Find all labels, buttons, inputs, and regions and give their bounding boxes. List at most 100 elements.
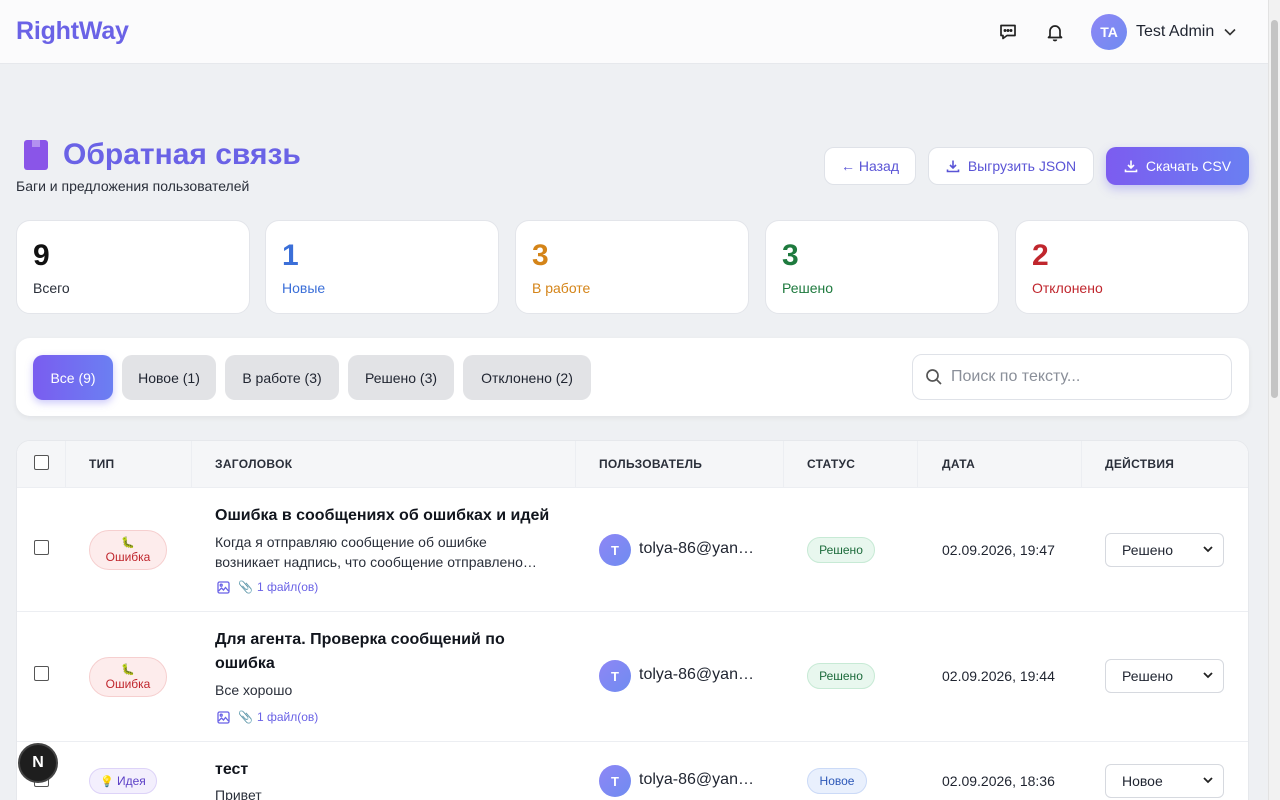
status-select-value: Решено xyxy=(1122,542,1174,558)
chevron-down-icon xyxy=(1203,777,1213,784)
scrollbar-thumb[interactable] xyxy=(1271,20,1278,398)
status-select[interactable]: Решено xyxy=(1105,659,1224,693)
type-badge-bug: 🐛 Ошибка xyxy=(89,530,167,570)
stat-card-resolved: 3 Решено xyxy=(765,220,999,314)
user-email[interactable]: tolya-86@yandex.ru xyxy=(639,771,757,789)
row-description: Привет xyxy=(215,787,262,800)
avatar: TA xyxy=(1091,14,1127,50)
row-attachments[interactable]: 📎 1 файл(ов) xyxy=(217,580,318,594)
stat-card-total: 9 Всего xyxy=(16,220,250,314)
search-input[interactable] xyxy=(951,368,1221,386)
stat-value: 3 xyxy=(782,239,799,272)
image-icon xyxy=(217,580,230,594)
row-checkbox[interactable] xyxy=(34,666,49,681)
table-row[interactable]: 🐛 Ошибка Ошибка в сообщениях об ошибках … xyxy=(17,487,1248,611)
back-button[interactable]: ← Назад xyxy=(824,147,916,185)
column-divider xyxy=(917,441,918,487)
status-select[interactable]: Новое xyxy=(1105,764,1224,798)
filter-new[interactable]: Новое (1) xyxy=(122,355,216,400)
stat-value: 3 xyxy=(532,239,549,272)
download-csv-button[interactable]: Скачать CSV xyxy=(1106,147,1249,185)
download-icon xyxy=(1124,160,1138,173)
type-label: Идея xyxy=(116,774,146,788)
column-divider xyxy=(1081,441,1082,487)
avatar: T xyxy=(599,534,631,566)
stat-label: Отклонено xyxy=(1032,280,1103,296)
status-select-value: Решено xyxy=(1122,668,1174,684)
user-email[interactable]: tolya-86@yandex.ru xyxy=(639,666,757,684)
status-badge: Новое xyxy=(807,768,867,794)
row-date: 02.09.2026, 18:36 xyxy=(942,773,1055,789)
avatar: T xyxy=(599,660,631,692)
type-badge-bug: 🐛 Ошибка xyxy=(89,657,167,697)
column-divider xyxy=(783,441,784,487)
filter-resolved[interactable]: Решено (3) xyxy=(348,355,454,400)
column-header-date[interactable]: ДАТА xyxy=(942,457,975,471)
chat-icon[interactable] xyxy=(996,20,1020,44)
download-icon xyxy=(946,160,960,173)
bug-icon: 🐛 xyxy=(121,537,135,549)
page-subtitle: Баги и предложения пользователей xyxy=(16,178,250,194)
row-title[interactable]: Для агента. Проверка сообщений по ошибка xyxy=(215,628,535,676)
stat-value: 2 xyxy=(1032,239,1049,272)
bookmark-icon xyxy=(24,140,48,170)
filter-all[interactable]: Все (9) xyxy=(33,355,113,400)
export-json-button[interactable]: Выгрузить JSON xyxy=(928,147,1094,185)
filter-panel: Все (9) Новое (1) В работе (3) Решено (3… xyxy=(16,338,1249,416)
row-description: Когда я отправляю сообщение об ошибке во… xyxy=(215,534,537,570)
filter-in-progress[interactable]: В работе (3) xyxy=(225,355,339,400)
row-title[interactable]: тест xyxy=(215,758,555,782)
status-badge: Решено xyxy=(807,537,875,563)
bug-icon: 🐛 xyxy=(121,664,135,676)
filter-rejected[interactable]: Отклонено (2) xyxy=(463,355,591,400)
row-checkbox[interactable] xyxy=(34,540,49,555)
column-header-status[interactable]: СТАТУС xyxy=(807,457,855,471)
type-label: Ошибка xyxy=(105,550,151,564)
stat-value: 9 xyxy=(33,239,50,272)
page-scrollbar[interactable] xyxy=(1268,0,1280,800)
stat-value: 1 xyxy=(282,239,299,272)
status-select-value: Новое xyxy=(1122,773,1163,789)
column-header-type[interactable]: ТИП xyxy=(89,457,114,471)
search-box[interactable] xyxy=(912,354,1232,400)
stat-label: В работе xyxy=(532,280,591,296)
attachment-count: 1 файл(ов) xyxy=(256,580,319,594)
stat-card-in-progress: 3 В работе xyxy=(515,220,749,314)
row-attachments[interactable]: 📎 1 файл(ов) xyxy=(217,710,318,724)
table-row[interactable]: 💡 Идея тест Привет T tolya-86@yandex.ru … xyxy=(17,741,1248,800)
chevron-down-icon xyxy=(1203,672,1213,679)
row-date: 02.09.2026, 19:47 xyxy=(942,542,1055,558)
user-menu[interactable]: TA Test Admin xyxy=(1091,14,1236,50)
column-header-title[interactable]: ЗАГОЛОВОК xyxy=(215,457,292,471)
table-row[interactable]: 🐛 Ошибка Для агента. Проверка сообщений … xyxy=(17,611,1248,741)
top-bar: RightWay TA Test Admin xyxy=(0,0,1268,64)
row-description: Все хорошо xyxy=(215,682,293,698)
stat-card-rejected: 2 Отклонено xyxy=(1015,220,1249,314)
attachment-count: 1 файл(ов) xyxy=(256,710,319,724)
column-header-user[interactable]: ПОЛЬЗОВАТЕЛЬ xyxy=(599,457,702,471)
row-date: 02.09.2026, 19:44 xyxy=(942,668,1055,684)
feedback-table: ТИП ЗАГОЛОВОК ПОЛЬЗОВАТЕЛЬ СТАТУС ДАТА Д… xyxy=(16,440,1249,800)
dev-tools-button[interactable]: N xyxy=(18,743,58,783)
app-logo[interactable]: RightWay xyxy=(16,17,129,46)
stat-label: Решено xyxy=(782,280,834,296)
page-title: Обратная связь xyxy=(63,138,301,171)
export-json-label: Выгрузить JSON xyxy=(967,158,1077,174)
status-select[interactable]: Решено xyxy=(1105,533,1224,567)
avatar: T xyxy=(599,765,631,797)
chevron-down-icon xyxy=(1203,546,1213,553)
download-csv-label: Скачать CSV xyxy=(1145,158,1232,174)
bell-icon[interactable] xyxy=(1043,20,1067,44)
status-badge: Решено xyxy=(807,663,875,689)
column-header-actions: ДЕЙСТВИЯ xyxy=(1105,457,1175,471)
row-title[interactable]: Ошибка в сообщениях об ошибках и идей xyxy=(215,504,555,528)
type-badge-idea: 💡 Идея xyxy=(89,768,157,794)
paperclip-icon: 📎 xyxy=(238,710,253,724)
table-header: ТИП ЗАГОЛОВОК ПОЛЬЗОВАТЕЛЬ СТАТУС ДАТА Д… xyxy=(17,441,1248,487)
select-all-checkbox[interactable] xyxy=(34,455,49,470)
type-label: Ошибка xyxy=(105,677,151,691)
user-name: Test Admin xyxy=(1136,23,1215,40)
search-icon xyxy=(926,369,942,385)
user-email[interactable]: tolya-86@yandex.ru xyxy=(639,540,757,558)
page-heading: Обратная связь xyxy=(24,138,301,172)
